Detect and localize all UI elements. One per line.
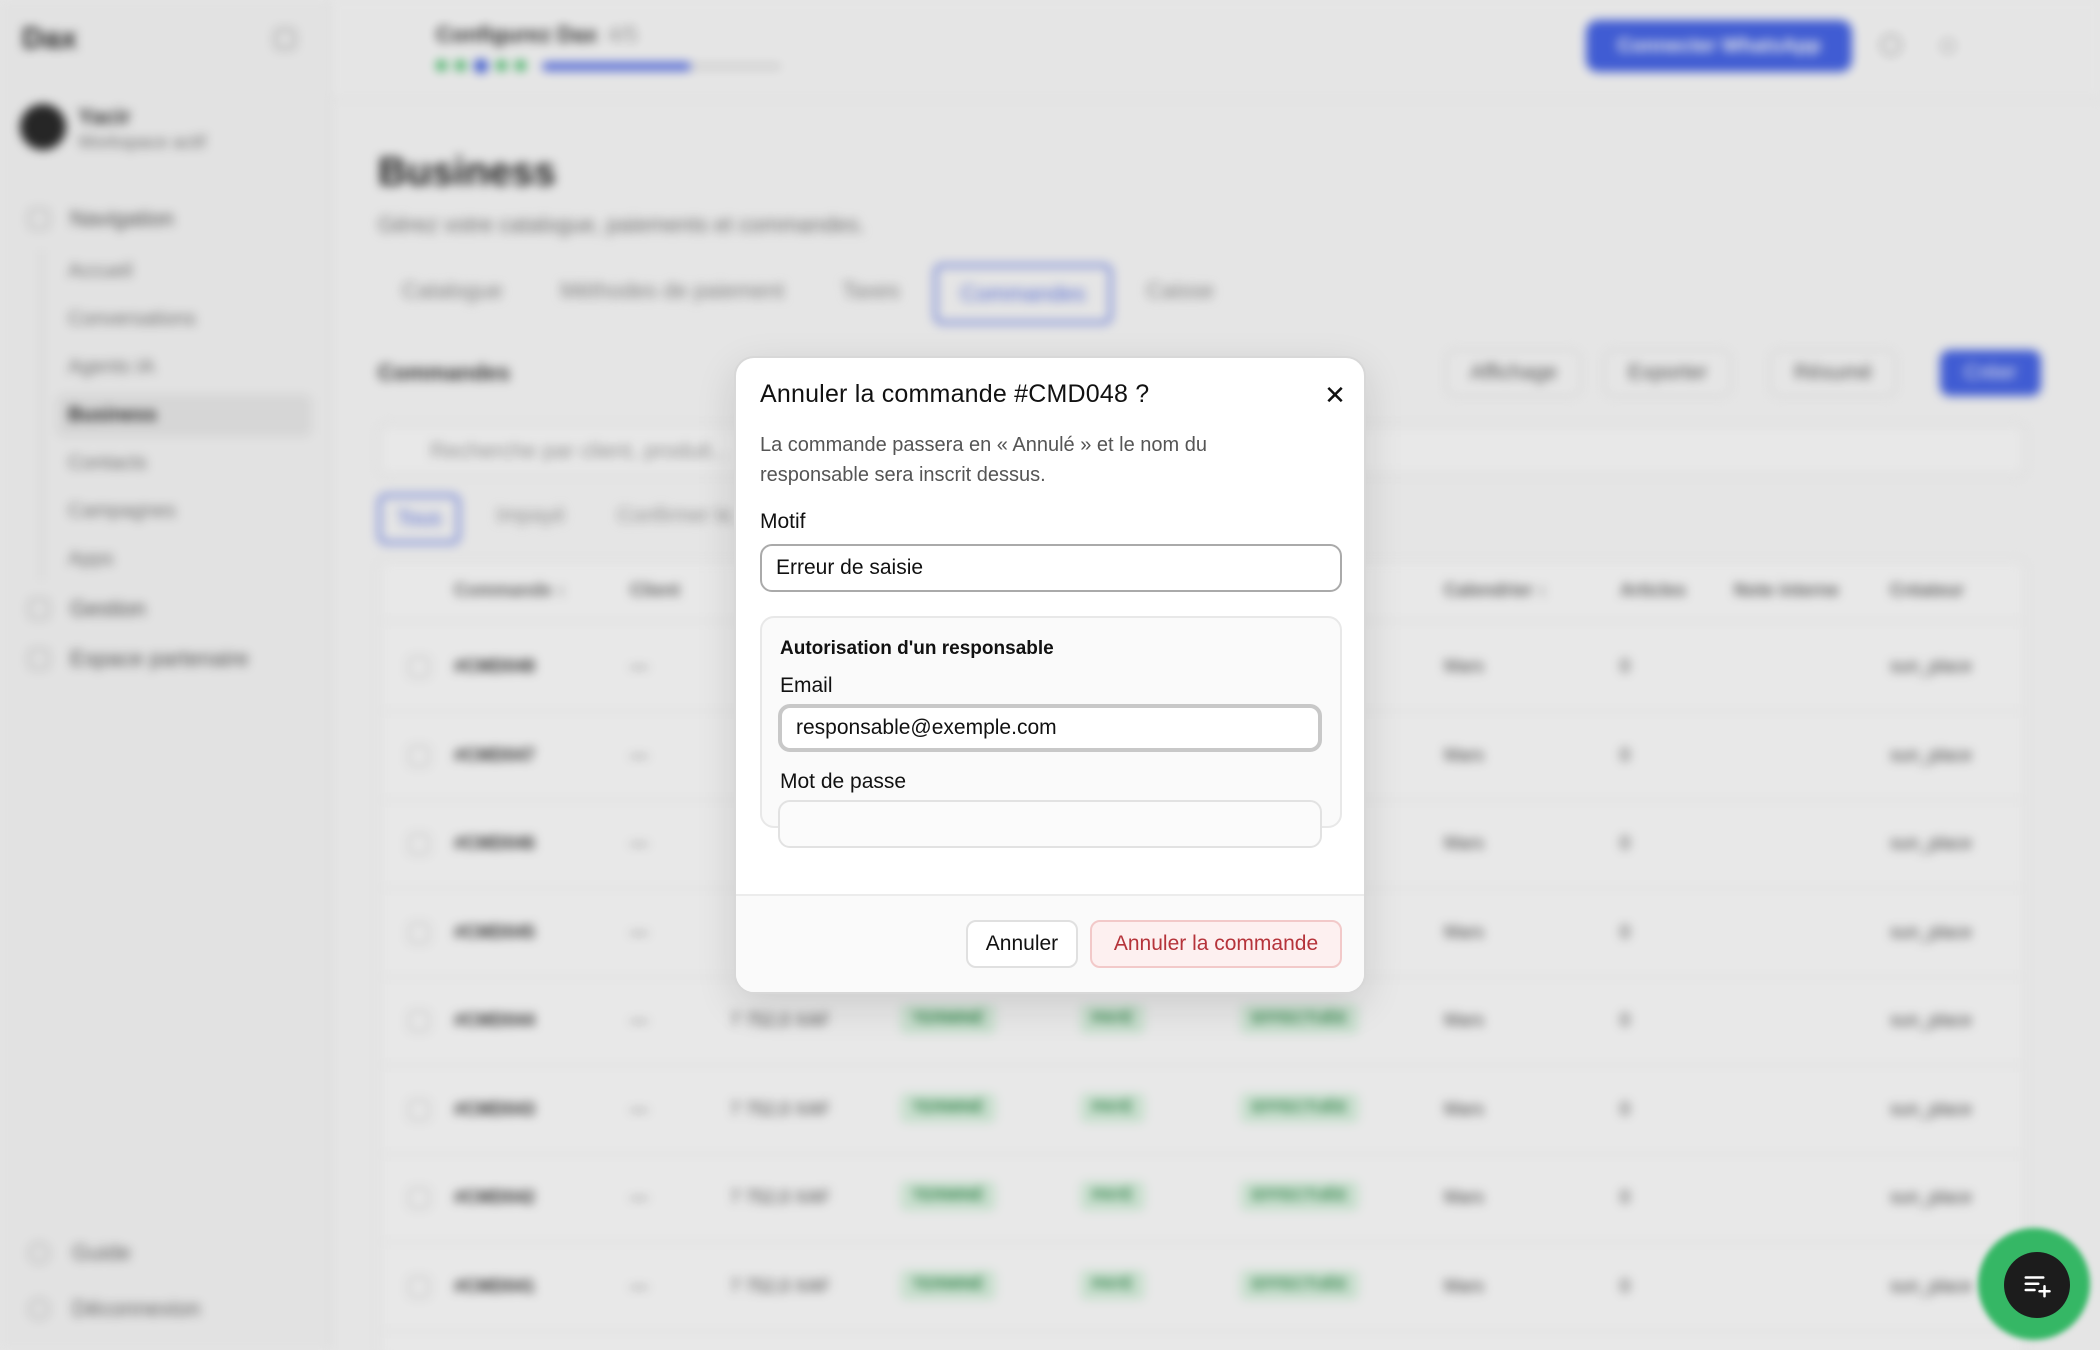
dialog-description: La commande passera en « Annulé » et le … <box>760 434 1207 486</box>
password-label: Mot de passe <box>780 770 907 793</box>
authorization-title: Autorisation d'un responsable <box>780 638 1054 659</box>
cancel-button[interactable]: Annuler <box>966 920 1078 968</box>
close-icon[interactable]: ✕ <box>1320 380 1350 410</box>
email-label: Email <box>780 674 833 697</box>
chat-button[interactable] <box>2004 1252 2070 1318</box>
dialog-footer: Annuler Annuler la commande <box>736 894 1364 992</box>
confirm-cancel-order-button[interactable]: Annuler la commande <box>1090 920 1342 968</box>
chat-list-icon <box>2024 1276 2051 1298</box>
manager-authorization-panel: Autorisation d'un responsable Email Mot … <box>760 616 1342 848</box>
reason-input[interactable] <box>760 544 1342 592</box>
dialog-title: Annuler la commande #CMD048 ? <box>760 380 1150 408</box>
reason-label: Motif <box>760 510 806 533</box>
cancel-order-dialog: Annuler la commande #CMD048 ? ✕ La comma… <box>734 356 1366 994</box>
password-field[interactable] <box>778 800 1322 848</box>
email-field[interactable] <box>778 704 1322 752</box>
